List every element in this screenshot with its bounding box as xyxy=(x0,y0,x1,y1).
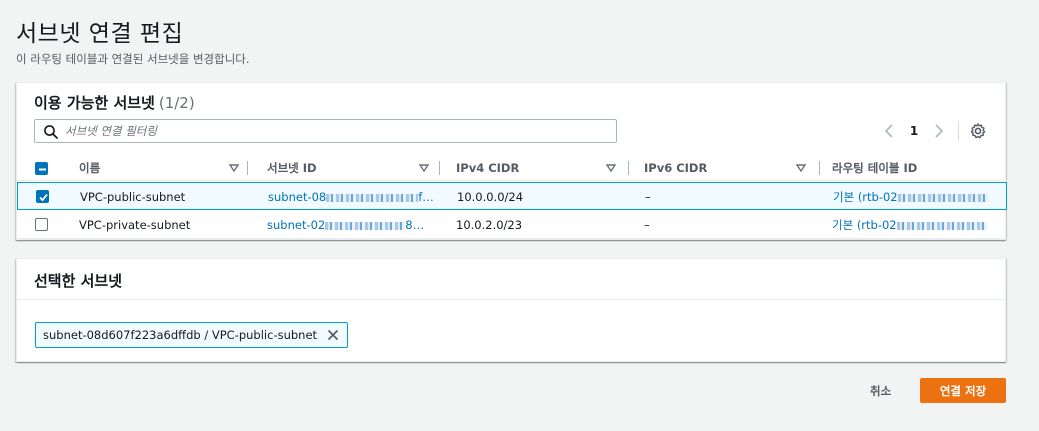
route-table-link[interactable]: 기본 (rtb-02 xyxy=(832,211,1006,239)
redacted-block xyxy=(325,221,406,230)
column-header-subnet-id[interactable]: 서브넷 ID xyxy=(267,155,440,181)
available-subnets-title: 이용 가능한 서브넷 xyxy=(34,94,155,112)
ipv4-cidr: 10.0.0.0/24 xyxy=(457,190,524,204)
column-label-subnet-id: 서브넷 ID xyxy=(267,161,317,175)
redacted-block xyxy=(326,193,419,202)
selection-count: (1/2) xyxy=(158,94,195,112)
page-description: 이 라우팅 테이블과 연결된 서브넷을 변경합니다. xyxy=(16,52,250,66)
ipv6-cidr: – xyxy=(645,190,651,204)
route-table-text: 기본 (rtb-02 xyxy=(832,218,897,232)
sort-icon[interactable] xyxy=(606,163,616,173)
subnet-name: VPC-public-subnet xyxy=(80,190,186,204)
sort-icon[interactable] xyxy=(419,163,429,173)
select-all-checkbox[interactable] xyxy=(35,162,48,175)
sort-icon[interactable] xyxy=(796,163,806,173)
route-table-link[interactable]: 기본 (rtb-02 xyxy=(833,183,1007,211)
gear-icon[interactable] xyxy=(969,122,987,140)
table-header: 이름 서브넷 ID IPv4 CIDR IPv6 CIDR 라우팅 테이블 ID xyxy=(17,155,1007,181)
available-subnets-panel: 이용 가능한 서브넷(1/2) 1 이름 xyxy=(16,82,1007,240)
row-checkbox[interactable] xyxy=(35,218,48,231)
column-header-name[interactable]: 이름 xyxy=(79,155,249,181)
redacted-block xyxy=(896,221,987,230)
subnet-id-link[interactable]: subnet-02 8… xyxy=(267,211,442,239)
search-input[interactable] xyxy=(65,123,605,139)
selected-subnets-panel: 선택한 서브넷 subnet-08d607f223a6dffdb / VPC-p… xyxy=(16,258,1006,362)
selected-subnet-label: subnet-08d607f223a6dffdb / VPC-public-su… xyxy=(43,328,318,342)
column-divider xyxy=(439,161,440,175)
subnet-id-link[interactable]: subnet-08 f… xyxy=(268,183,443,211)
next-page-icon[interactable] xyxy=(932,121,946,141)
table-row[interactable]: VPC-public-subnet subnet-08 f… 10.0.0.0/2… xyxy=(17,182,1007,210)
subnet-id-suffix: 8… xyxy=(405,218,425,232)
page-title: 서브넷 연결 편집 xyxy=(16,21,184,47)
ipv6-cidr: – xyxy=(644,218,650,232)
column-label-route-table: 라우팅 테이블 ID xyxy=(832,161,918,175)
subnet-id-suffix: f… xyxy=(418,190,434,204)
column-header-ipv4[interactable]: IPv4 CIDR xyxy=(456,155,636,181)
ipv4-cidr: 10.0.2.0/23 xyxy=(456,218,523,232)
column-label-name: 이름 xyxy=(79,161,101,175)
pager-divider xyxy=(958,121,959,141)
route-table-text: 기본 (rtb-02 xyxy=(833,190,898,204)
table-row[interactable]: VPC-private-subnet subnet-02 8… 10.0.2.0/… xyxy=(17,211,1007,239)
column-header-ipv6[interactable]: IPv6 CIDR xyxy=(644,155,824,181)
search-icon xyxy=(44,125,58,139)
subnet-filter-search[interactable] xyxy=(34,119,617,143)
column-header-route-table[interactable]: 라우팅 테이블 ID xyxy=(832,155,1007,181)
save-associations-button[interactable]: 연결 저장 xyxy=(920,378,1006,403)
column-divider xyxy=(628,161,629,175)
pagination: 1 xyxy=(882,121,987,141)
panel-divider xyxy=(17,299,1005,300)
column-label-ipv4: IPv4 CIDR xyxy=(456,161,520,175)
close-icon[interactable] xyxy=(327,329,339,341)
column-divider xyxy=(819,161,820,175)
sort-icon[interactable] xyxy=(229,163,239,173)
column-label-ipv6: IPv6 CIDR xyxy=(644,161,708,175)
row-checkbox[interactable] xyxy=(36,190,49,203)
subnet-id-text: subnet-02 xyxy=(267,218,326,232)
selected-subnet-token: subnet-08d607f223a6dffdb / VPC-public-su… xyxy=(35,322,349,348)
current-page-number[interactable]: 1 xyxy=(896,124,932,138)
selected-subnets-heading: 선택한 서브넷 xyxy=(34,272,123,290)
subnet-id-text: subnet-08 xyxy=(268,190,327,204)
cancel-button[interactable]: 취소 xyxy=(860,380,901,402)
subnet-name: VPC-private-subnet xyxy=(79,218,191,232)
previous-page-icon[interactable] xyxy=(882,121,896,141)
available-subnets-heading: 이용 가능한 서브넷 (1/2) xyxy=(34,92,195,113)
column-divider xyxy=(247,161,248,175)
redacted-block xyxy=(897,193,988,202)
